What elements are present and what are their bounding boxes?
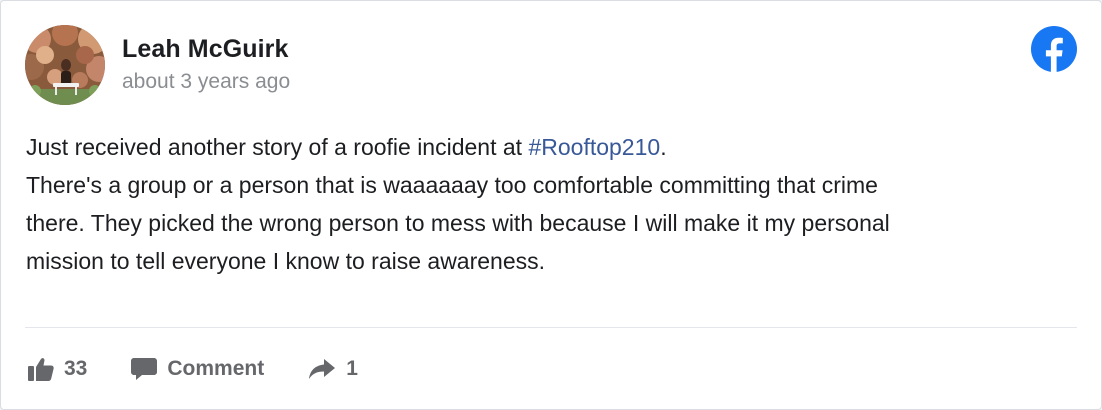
- avatar[interactable]: [25, 25, 105, 105]
- post-body-line: there. They picked the wrong person to m…: [26, 210, 890, 236]
- post-text: .: [660, 134, 667, 160]
- post-body-line: There's a group or a person that is waaa…: [26, 172, 878, 198]
- comment-label: Comment: [167, 357, 265, 380]
- avatar-image: [25, 25, 105, 105]
- post-card: Leah McGuirk about 3 years ago Just rece…: [0, 0, 1102, 410]
- post-body-line: Just received another story of a roofie …: [26, 128, 1086, 166]
- comment-bubble-icon: [131, 358, 158, 380]
- thumbs-up-icon: [28, 358, 54, 381]
- like-count: 33: [64, 357, 88, 380]
- comment-button[interactable]: Comment: [131, 357, 264, 381]
- post-body-line: mission to tell everyone I know to raise…: [26, 248, 546, 274]
- post-timestamp[interactable]: about 3 years ago: [122, 70, 290, 94]
- share-button[interactable]: 1: [308, 357, 358, 381]
- like-button[interactable]: 33: [28, 357, 87, 381]
- facebook-logo-icon[interactable]: [1031, 26, 1077, 72]
- post-body: Just received another story of a roofie …: [26, 128, 1086, 280]
- author-name[interactable]: Leah McGuirk: [122, 35, 289, 64]
- share-arrow-icon: [309, 359, 336, 379]
- share-count: 1: [346, 357, 358, 380]
- post-actions: 33 Comment 1: [28, 352, 358, 386]
- divider: [25, 327, 1077, 328]
- hashtag-link[interactable]: #Rooftop210: [528, 134, 660, 160]
- post-text: Just received another story of a roofie …: [26, 134, 529, 160]
